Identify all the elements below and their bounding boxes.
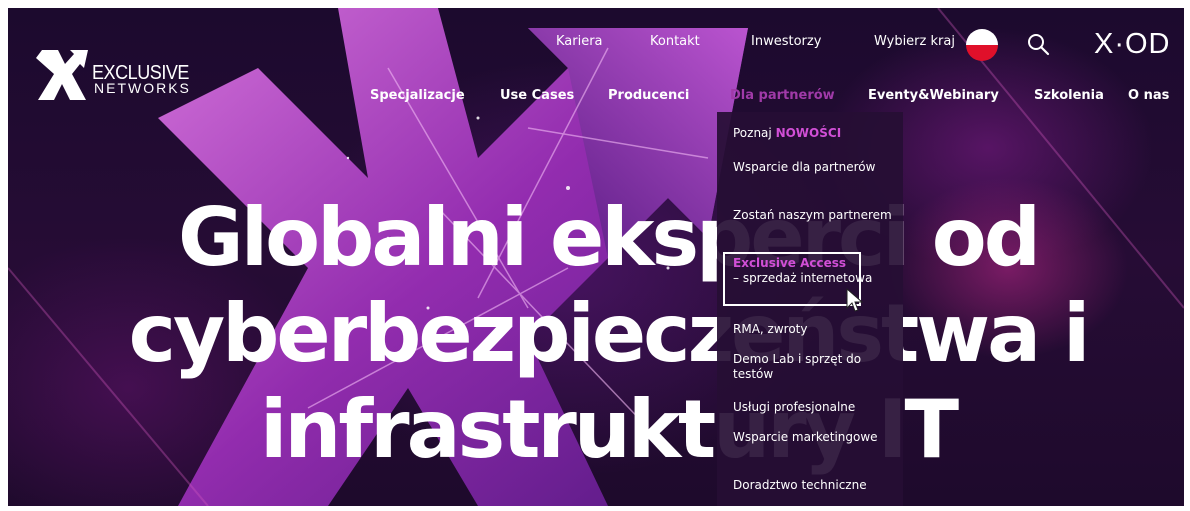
hero-title-line-2: cyberbezpieczeństwa i bbox=[128, 287, 1091, 380]
nav-item-szkolenia[interactable]: Szkolenia bbox=[1034, 88, 1104, 103]
nav-link-inwestorzy[interactable]: Inwestorzy bbox=[751, 34, 821, 49]
nav-link-kontakt[interactable]: Kontakt bbox=[650, 34, 700, 49]
menu-item-nowosci-accent: NOWOŚCI bbox=[775, 126, 842, 140]
hero-title-line-1: Globalni eksperci od bbox=[178, 191, 1041, 284]
highlight-frame bbox=[723, 252, 861, 306]
nav-link-kariera[interactable]: Kariera bbox=[556, 34, 603, 49]
nav-item-o-nas[interactable]: O nas bbox=[1128, 88, 1169, 103]
menu-item-demo-lab[interactable]: Demo Lab i sprzęt do testów bbox=[733, 352, 893, 382]
search-icon[interactable] bbox=[1026, 32, 1052, 58]
xod-brand-link[interactable]: X·OD bbox=[1094, 28, 1171, 61]
exclusive-networks-logo-icon bbox=[36, 50, 88, 100]
poland-flag-icon[interactable] bbox=[966, 29, 998, 61]
brand-logo[interactable]: EXCLUSIVE NETWORKS bbox=[34, 48, 204, 106]
nav-item-dla-partnerow[interactable]: Dla partnerów bbox=[730, 88, 835, 103]
menu-item-uslugi-profesjonalne[interactable]: Usługi profesjonalne bbox=[733, 400, 893, 415]
mouse-cursor-icon bbox=[846, 288, 864, 312]
logo-text-networks: NETWORKS bbox=[94, 80, 191, 96]
nav-item-specjalizacje[interactable]: Specjalizacje bbox=[370, 88, 465, 103]
hero-title-line-3: infrastruktury IT bbox=[259, 383, 959, 476]
menu-item-rma-zwroty[interactable]: RMA, zwroty bbox=[733, 322, 893, 337]
nav-item-use-cases[interactable]: Use Cases bbox=[500, 88, 574, 103]
hero-title: Globalni eksperci od cyberbezpieczeństwa… bbox=[108, 198, 1108, 486]
hero-banner: EXCLUSIVE NETWORKS Kariera Kontakt Inwes… bbox=[8, 8, 1184, 506]
menu-item-poznaj-label: Poznaj bbox=[733, 126, 776, 140]
country-selector-label[interactable]: Wybierz kraj bbox=[874, 34, 955, 49]
menu-item-zostan-partnerem[interactable]: Zostań naszym partnerem bbox=[733, 208, 893, 223]
menu-item-doradztwo-techniczne[interactable]: Doradztwo techniczne bbox=[733, 478, 893, 493]
nav-item-eventy-webinary[interactable]: Eventy&Webinary bbox=[868, 88, 999, 103]
menu-item-poznaj-nowosci[interactable]: Poznaj NOWOŚCI bbox=[733, 126, 893, 141]
menu-item-wsparcie-marketingowe[interactable]: Wsparcie marketingowe bbox=[733, 430, 893, 445]
nav-item-producenci[interactable]: Producenci bbox=[608, 88, 689, 103]
menu-item-wsparcie-dla-partnerow[interactable]: Wsparcie dla partnerów bbox=[733, 160, 893, 175]
partners-dropdown-menu: Poznaj NOWOŚCI Wsparcie dla partnerów Zo… bbox=[717, 112, 903, 506]
